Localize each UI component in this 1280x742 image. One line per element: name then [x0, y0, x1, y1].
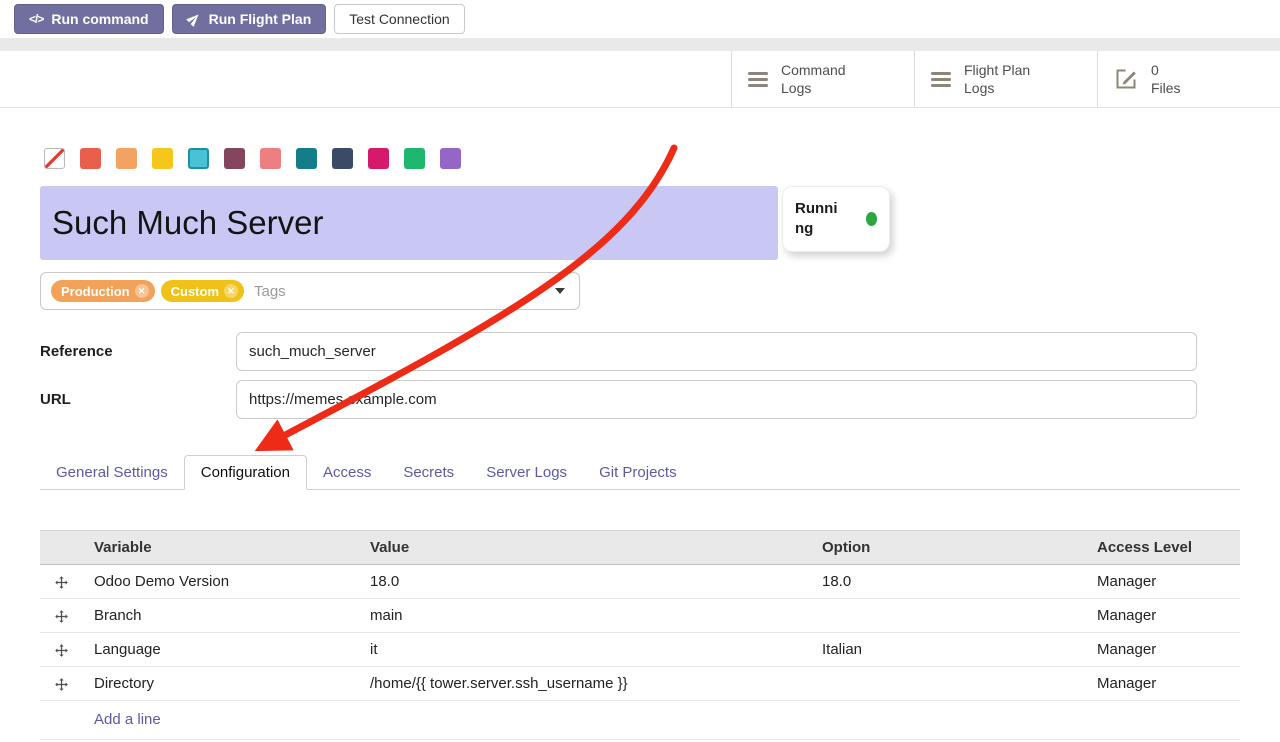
variable-cell[interactable]: Odoo Demo Version — [82, 565, 358, 599]
option-cell[interactable]: 18.0 — [810, 565, 1085, 599]
variable-column-header: Variable — [82, 531, 358, 565]
value-cell[interactable]: /home/{{ tower.server.ssh_username }} — [358, 667, 810, 701]
value-cell[interactable]: 18.0 — [358, 565, 810, 599]
code-icon: </> — [29, 12, 43, 26]
files-button[interactable]: 0 Files — [1097, 51, 1280, 107]
drag-handle-icon[interactable] — [40, 633, 82, 667]
drag-handle-icon[interactable] — [40, 565, 82, 599]
value-cell[interactable]: it — [358, 633, 810, 667]
flight-plan-logs-label-line2: Logs — [964, 80, 994, 96]
server-form-page: </> Run command Run Flight Plan Test Con… — [0, 0, 1280, 742]
server-name-input[interactable] — [40, 186, 778, 260]
status-card: Running — [782, 186, 890, 252]
color-swatch-red[interactable] — [80, 148, 101, 169]
color-swatch-no-color[interactable] — [44, 148, 65, 169]
files-label: Files — [1151, 80, 1181, 96]
color-swatch-cyan-selected[interactable] — [188, 148, 209, 169]
color-palette — [44, 148, 461, 169]
reference-input[interactable] — [236, 332, 1197, 371]
run-command-label: Run command — [51, 11, 148, 27]
tag-production-label: Production — [61, 284, 130, 299]
drag-handle-icon[interactable] — [40, 667, 82, 701]
drag-handle-icon[interactable] — [40, 599, 82, 633]
variable-cell[interactable]: Branch — [82, 599, 358, 633]
handle-column-header — [40, 531, 82, 565]
url-label: URL — [40, 380, 71, 419]
color-swatch-magenta[interactable] — [368, 148, 389, 169]
tag-custom[interactable]: Custom — [161, 280, 244, 302]
variable-cell[interactable]: Language — [82, 633, 358, 667]
status-label: Running — [795, 199, 842, 240]
url-input[interactable] — [236, 380, 1197, 419]
option-cell[interactable] — [810, 599, 1085, 633]
run-command-button[interactable]: </> Run command — [14, 4, 164, 34]
edit-pencil-icon — [1114, 67, 1138, 91]
variable-cell[interactable]: Directory — [82, 667, 358, 701]
table-row: Odoo Demo Version 18.0 18.0 Manager — [40, 565, 1240, 599]
test-connection-button[interactable]: Test Connection — [334, 4, 464, 34]
add-a-line-link[interactable]: Add a line — [94, 711, 161, 728]
status-running-dot-icon — [866, 212, 877, 226]
access-level-cell[interactable]: Manager — [1085, 633, 1240, 667]
run-flight-plan-label: Run Flight Plan — [209, 11, 312, 27]
paper-plane-icon — [187, 12, 201, 26]
variables-table: Variable Value Option Access Level Odoo … — [40, 530, 1240, 740]
table-row: Directory /home/{{ tower.server.ssh_user… — [40, 667, 1240, 701]
access-level-column-header: Access Level — [1085, 531, 1240, 565]
flight-plan-logs-button[interactable]: Flight Plan Logs — [914, 51, 1097, 107]
add-line-row: Add a line — [40, 701, 1240, 740]
dropdown-caret-icon[interactable] — [555, 288, 565, 294]
command-logs-button[interactable]: Command Logs — [731, 51, 914, 107]
color-swatch-orange[interactable] — [116, 148, 137, 169]
files-count: 0 — [1151, 62, 1159, 78]
command-logs-label-line1: Command — [781, 62, 846, 78]
access-level-cell[interactable]: Manager — [1085, 599, 1240, 633]
value-column-header: Value — [358, 531, 810, 565]
tags-input[interactable]: Production Custom Tags — [40, 272, 580, 310]
bars-icon — [748, 72, 768, 87]
option-column-header: Option — [810, 531, 1085, 565]
option-cell[interactable]: Italian — [810, 633, 1085, 667]
table-row: Language it Italian Manager — [40, 633, 1240, 667]
color-swatch-teal[interactable] — [296, 148, 317, 169]
stat-button-bar: Command Logs Flight Plan Logs 0 Files — [0, 51, 1280, 108]
divider-strip — [0, 38, 1280, 51]
tag-custom-label: Custom — [171, 284, 219, 299]
tab-configuration[interactable]: Configuration — [184, 455, 307, 490]
tab-git-projects[interactable]: Git Projects — [583, 455, 693, 490]
color-swatch-salmon[interactable] — [260, 148, 281, 169]
tab-server-logs[interactable]: Server Logs — [470, 455, 583, 490]
color-swatch-green[interactable] — [404, 148, 425, 169]
value-cell[interactable]: main — [358, 599, 810, 633]
color-swatch-dark-purple[interactable] — [224, 148, 245, 169]
table-header-row: Variable Value Option Access Level — [40, 531, 1240, 565]
command-logs-label-line2: Logs — [781, 80, 811, 96]
tab-secrets[interactable]: Secrets — [387, 455, 470, 490]
color-swatch-navy[interactable] — [332, 148, 353, 169]
remove-tag-icon[interactable] — [224, 284, 238, 298]
tab-access[interactable]: Access — [307, 455, 387, 490]
access-level-cell[interactable]: Manager — [1085, 667, 1240, 701]
reference-label: Reference — [40, 332, 113, 371]
action-toolbar: </> Run command Run Flight Plan Test Con… — [0, 0, 1280, 38]
option-cell[interactable] — [810, 667, 1085, 701]
access-level-cell[interactable]: Manager — [1085, 565, 1240, 599]
bars-icon — [931, 72, 951, 87]
tab-general-settings[interactable]: General Settings — [40, 455, 184, 490]
notebook-tabs: General Settings Configuration Access Se… — [40, 455, 1240, 490]
remove-tag-icon[interactable] — [135, 284, 149, 298]
run-flight-plan-button[interactable]: Run Flight Plan — [172, 4, 327, 34]
tag-production[interactable]: Production — [51, 280, 155, 302]
test-connection-label: Test Connection — [349, 11, 449, 27]
color-swatch-yellow[interactable] — [152, 148, 173, 169]
table-row: Branch main Manager — [40, 599, 1240, 633]
color-swatch-purple[interactable] — [440, 148, 461, 169]
flight-plan-logs-label-line1: Flight Plan — [964, 62, 1030, 78]
tags-placeholder: Tags — [254, 283, 286, 300]
